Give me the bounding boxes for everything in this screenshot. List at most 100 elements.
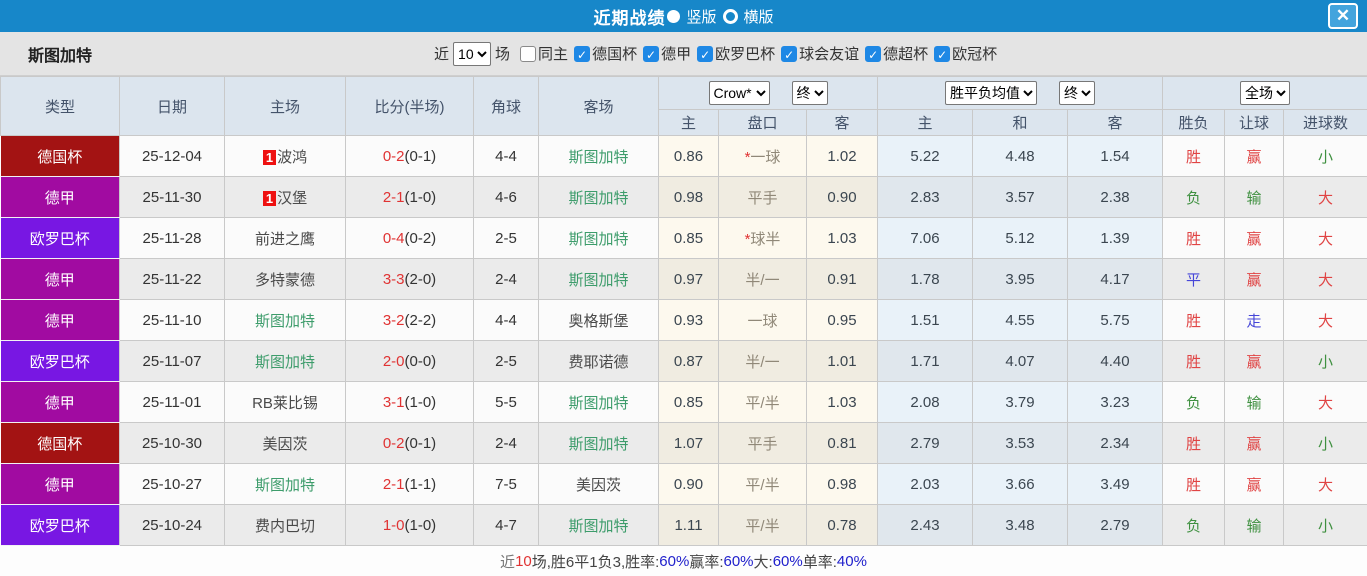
halftime-score: (1-0) [404, 393, 437, 411]
corner-count: 2-5 [473, 340, 539, 382]
checkbox-checked-icon[interactable]: ✓ [865, 45, 882, 62]
corner-count: 4-7 [473, 504, 539, 546]
recent-count-select[interactable]: 10 [453, 41, 492, 66]
score-cell: 3-1(1-0) [345, 381, 474, 423]
result-cell: 平 [1162, 258, 1226, 300]
odds-company-select[interactable]: Crow* [708, 81, 770, 105]
odds-home: 0.86 [658, 135, 719, 177]
summary-segment: 60% [659, 553, 690, 570]
home-team-name: 斯图加特 [254, 353, 315, 371]
avg-draw: 5.12 [972, 217, 1068, 259]
handicap-text: 平手 [747, 435, 778, 453]
away-team-name: 费耶诺德 [568, 353, 629, 371]
col-date: 日期 [119, 76, 225, 136]
avg-home: 7.06 [877, 217, 973, 259]
handicap-result-cell: 输 [1224, 176, 1285, 218]
match-date: 25-11-10 [119, 299, 225, 341]
match-type-badge: 德甲 [0, 381, 120, 423]
table-row: 德甲 25-11-22 多特蒙德 3-3(2-0) 2-4 斯图加特 0.97 半/一 0.91… [0, 258, 1367, 300]
halftime-score: (0-1) [404, 147, 437, 165]
corner-count: 2-4 [473, 422, 539, 464]
recent-results-panel: 近期战绩 竖版 横版 ✕ 斯图加特 近 10 场 ✓同主✓德国杯✓德甲✓欧罗巴杯… [0, 0, 1367, 576]
home-team: 1 波鸿 [224, 135, 346, 177]
away-team: 斯图加特 [538, 176, 659, 218]
match-type-badge: 德国杯 [0, 135, 120, 177]
match-date: 25-10-24 [119, 504, 225, 546]
title-group: 近期战绩 竖版 横版 [593, 4, 774, 29]
odds-away: 1.03 [806, 381, 878, 423]
home-team-name: 汉堡 [277, 189, 308, 207]
home-team: 美因茨 [224, 422, 346, 464]
match-type-badge: 德甲 [0, 258, 120, 300]
home-team-name: 波鸿 [277, 148, 308, 166]
avg-home: 1.78 [877, 258, 973, 300]
average-time-select[interactable]: 终 [1059, 81, 1095, 105]
checkbox-label: 欧冠杯 [952, 46, 998, 63]
score-cell: 2-0(0-0) [345, 340, 474, 382]
result-cell: 负 [1162, 504, 1226, 546]
away-team-name: 奥格斯堡 [568, 312, 629, 330]
avg-draw: 3.48 [972, 504, 1068, 546]
home-team-name: 前进之鹰 [254, 230, 315, 248]
table-row: 德甲 25-11-01 RB莱比锡 3-1(1-0) 5-5 斯图加特 0.85 平/半 1.0… [0, 381, 1367, 423]
filter-checkbox-item: ✓ 欧罗巴杯 [697, 43, 775, 64]
odds-home: 1.11 [658, 504, 719, 546]
avg-draw: 3.66 [972, 463, 1068, 505]
checkbox-checked-icon[interactable]: ✓ [934, 45, 951, 62]
average-type-select[interactable]: 胜平负均值 [945, 81, 1037, 105]
score-cell: 2-1(1-0) [345, 176, 474, 218]
away-team: 斯图加特 [538, 381, 659, 423]
score-cell: 0-2(0-1) [345, 422, 474, 464]
handicap-result-cell: 赢 [1224, 258, 1285, 300]
summary-segment: 60% [723, 553, 754, 570]
home-team: 斯图加特 [224, 340, 346, 382]
vertical-layout-radio[interactable] [667, 9, 681, 23]
goals-result-cell: 大 [1283, 381, 1367, 423]
odds-away: 0.81 [806, 422, 878, 464]
home-team: 1 汉堡 [224, 176, 346, 218]
odds-home: 0.87 [658, 340, 719, 382]
corner-count: 5-5 [473, 381, 539, 423]
checkbox-checked-icon[interactable]: ✓ [781, 45, 798, 62]
handicap-time-select[interactable]: 终 [791, 81, 828, 105]
scope-select[interactable]: 全场 [1240, 81, 1291, 105]
home-team: 斯图加特 [224, 299, 346, 341]
fulltime-score: 0-2 [382, 147, 405, 165]
subcol-handicap: 盘口 [718, 109, 807, 136]
match-date: 25-11-07 [119, 340, 225, 382]
close-button[interactable]: ✕ [1328, 3, 1358, 29]
match-date: 25-10-27 [119, 463, 225, 505]
subcol-avg-draw: 和 [972, 109, 1068, 136]
home-team-name: RB莱比锡 [252, 394, 318, 412]
table-row: 欧罗巴杯 25-11-07 斯图加特 2-0(0-0) 2-5 费耶诺德 0.87 半/一 1.… [0, 340, 1367, 382]
handicap-text: 平/半 [745, 476, 780, 494]
odds-away: 0.95 [806, 299, 878, 341]
table-row: 欧罗巴杯 25-11-28 前进之鹰 0-4(0-2) 2-5 斯图加特 0.85 *球半 1.… [0, 217, 1367, 259]
handicap-line: 一球 [718, 299, 807, 341]
table-row: 德国杯 25-12-04 1 波鸿 0-2(0-1) 4-4 斯图加特 0.86 *一球 1.02… [0, 135, 1367, 177]
match-type-badge: 欧罗巴杯 [0, 217, 120, 259]
away-team: 费耶诺德 [538, 340, 659, 382]
halftime-score: (0-1) [404, 434, 437, 452]
handicap-text: 平/半 [745, 394, 780, 412]
rank-badge: 1 [262, 149, 277, 165]
odds-away: 1.01 [806, 340, 878, 382]
home-team-name: 斯图加特 [254, 476, 315, 494]
horizontal-layout-radio[interactable] [722, 8, 738, 24]
avg-home: 2.08 [877, 381, 973, 423]
checkbox-checked-icon[interactable]: ✓ [574, 45, 591, 62]
close-icon: ✕ [1335, 6, 1351, 25]
halftime-score: (0-0) [404, 352, 437, 370]
halftime-score: (0-2) [404, 229, 437, 247]
subcol-handicap-result: 让球 [1224, 109, 1285, 136]
checkbox-unchecked-icon[interactable]: ✓ [520, 45, 537, 62]
checkbox-checked-icon[interactable]: ✓ [643, 45, 660, 62]
vertical-layout-label: 竖版 [686, 8, 717, 26]
matches-label: 场 [495, 46, 511, 63]
checkbox-checked-icon[interactable]: ✓ [697, 45, 714, 62]
handicap-text: 一球 [750, 148, 781, 166]
avg-away: 2.34 [1066, 422, 1164, 464]
odds-home: 0.85 [658, 217, 719, 259]
result-cell: 胜 [1162, 135, 1226, 177]
fulltime-score: 1-0 [382, 516, 405, 534]
